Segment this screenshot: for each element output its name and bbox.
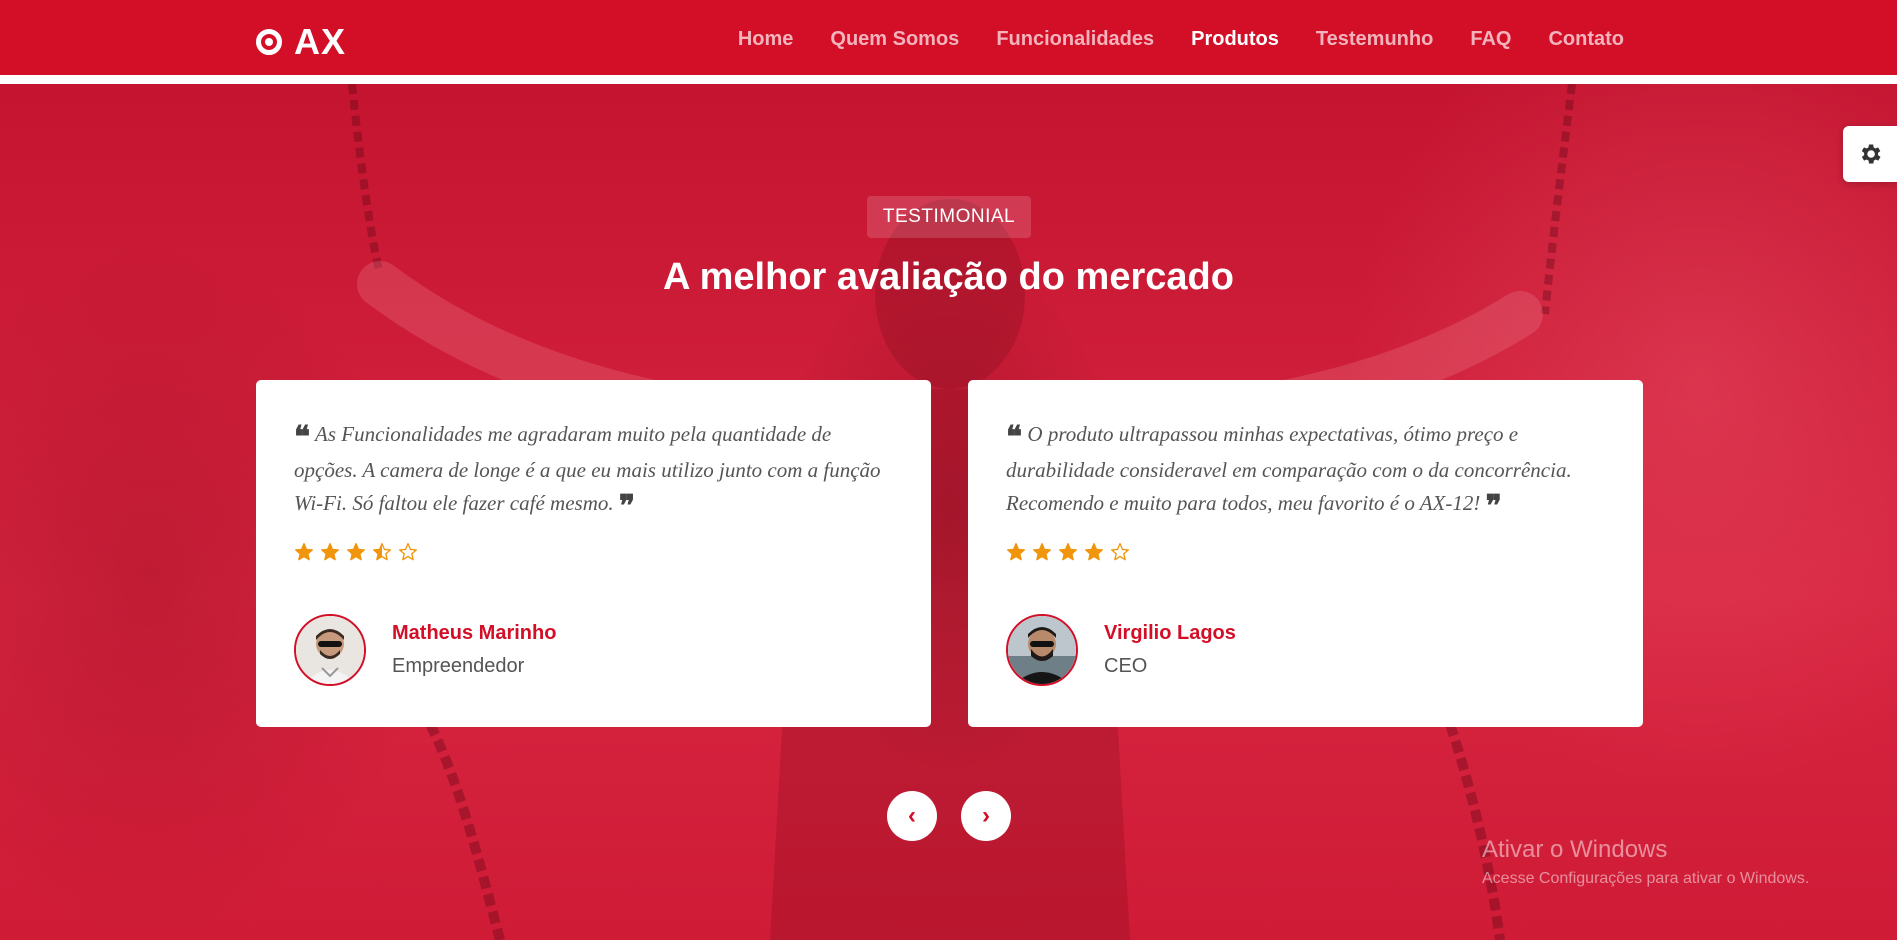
avatar-image [1008, 616, 1076, 684]
nav-link-quem-somos[interactable]: Quem Somos [830, 28, 959, 51]
gear-icon [1861, 144, 1881, 164]
nav-link-testemunho[interactable]: Testemunho [1316, 28, 1433, 51]
star-half-icon [373, 543, 391, 561]
star-full-icon [321, 543, 339, 561]
carousel-next-button[interactable]: › [961, 791, 1011, 841]
star-full-icon [1033, 543, 1051, 561]
watermark-title: Ativar o Windows [1482, 836, 1668, 863]
testimonial-quote: ❝ O produto ultrapassou minhas expectati… [1006, 418, 1606, 523]
avatar [1006, 614, 1078, 686]
star-rating [294, 541, 893, 563]
navbar: AX Home Quem Somos Funcionalidades Produ… [0, 0, 1897, 84]
nav-link-contato[interactable]: Contato [1548, 28, 1624, 51]
quote-left-icon: ❝ [294, 421, 311, 454]
star-full-icon [1007, 543, 1025, 561]
testimonial-author: Matheus Marinho Empreendedor [294, 614, 556, 686]
avatar [294, 614, 366, 686]
avatar-image [296, 616, 364, 684]
author-role: CEO [1104, 655, 1148, 677]
author-name: Virgilio Lagos [1104, 622, 1236, 644]
settings-button[interactable] [1843, 126, 1897, 182]
star-rating [1006, 541, 1605, 563]
testimonial-quote: ❝ As Funcionalidades me agradaram muito … [294, 418, 894, 523]
section-title: A melhor avaliação do mercado [663, 256, 1234, 298]
star-full-icon [295, 543, 313, 561]
watermark-subtitle: Acesse Configurações para ativar o Windo… [1482, 870, 1810, 887]
nav-link-produtos[interactable]: Produtos [1191, 28, 1279, 51]
quote-right-icon: ❞ [618, 490, 636, 523]
author-name: Matheus Marinho [392, 622, 557, 644]
star-empty-icon [399, 543, 417, 561]
brand-logo[interactable]: AX [256, 21, 347, 62]
nav-link-home[interactable]: Home [738, 28, 794, 51]
star-full-icon [1059, 543, 1077, 561]
windows-activation-watermark: Ativar o Windows Acesse Configurações pa… [1482, 836, 1809, 888]
quote-text: As Funcionalidades me agradaram muito pe… [294, 422, 881, 515]
main-nav: Home Quem Somos Funcionalidades Produtos… [738, 28, 1624, 51]
nav-link-funcionalidades[interactable]: Funcionalidades [996, 28, 1154, 51]
testimonial-card: ❝ O produto ultrapassou minhas expectati… [968, 380, 1643, 727]
quote-left-icon: ❝ [1006, 421, 1023, 454]
quote-right-icon: ❞ [1485, 490, 1502, 523]
target-logo-icon [256, 29, 282, 55]
star-full-icon [347, 543, 365, 561]
testimonial-card: ❝ As Funcionalidades me agradaram muito … [256, 380, 931, 727]
nav-link-faq[interactable]: FAQ [1470, 28, 1511, 51]
star-empty-icon [1111, 543, 1129, 561]
carousel-prev-button[interactable]: ‹ [887, 791, 937, 841]
section-badge: TESTIMONIAL [867, 196, 1031, 238]
brand-name: AX [294, 21, 347, 62]
testimonial-author: Virgilio Lagos CEO [1006, 614, 1236, 686]
star-full-icon [1085, 543, 1103, 561]
author-role: Empreendedor [392, 655, 525, 677]
